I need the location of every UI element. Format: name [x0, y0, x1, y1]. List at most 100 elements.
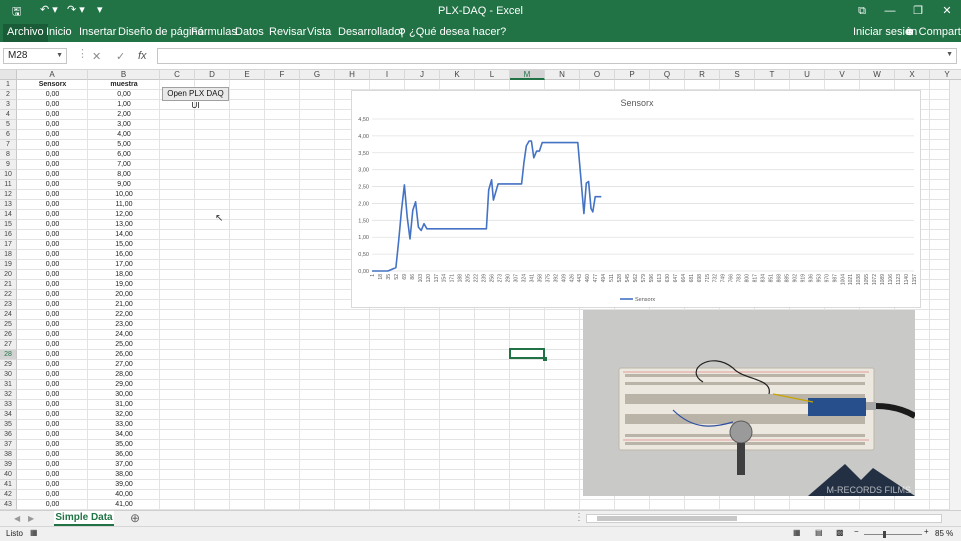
expand-formula-icon[interactable]: ▼: [946, 51, 953, 58]
column-header-a[interactable]: A: [17, 70, 88, 80]
scroll-sheets-left-icon[interactable]: ◀: [14, 514, 20, 523]
cell-a[interactable]: 0,00: [17, 420, 88, 430]
cell-b[interactable]: 9,00: [88, 180, 160, 190]
column-header-i[interactable]: I: [370, 70, 405, 80]
row-header[interactable]: 22: [0, 290, 17, 300]
tab-inicio[interactable]: Inicio: [46, 26, 72, 38]
cell-b1[interactable]: muestra: [88, 80, 160, 90]
row-header[interactable]: 7: [0, 140, 17, 150]
minimize-icon[interactable]: —: [876, 1, 904, 21]
row-header[interactable]: 37: [0, 440, 17, 450]
cell-a[interactable]: 0,00: [17, 330, 88, 340]
restore-icon[interactable]: ❐: [904, 1, 932, 21]
row-header[interactable]: 33: [0, 400, 17, 410]
cell-b[interactable]: 17,00: [88, 260, 160, 270]
cell-a[interactable]: 0,00: [17, 460, 88, 470]
enter-icon[interactable]: ✓: [116, 50, 125, 63]
tab-vista[interactable]: Vista: [307, 26, 331, 38]
cell-a[interactable]: 0,00: [17, 170, 88, 180]
tab-datos[interactable]: Datos: [235, 26, 264, 38]
tell-me-search[interactable]: ¿Qué desea hacer?: [409, 26, 506, 38]
row-header[interactable]: 1: [0, 80, 17, 90]
cell-b[interactable]: 18,00: [88, 270, 160, 280]
cell-a[interactable]: 0,00: [17, 230, 88, 240]
cell-b[interactable]: 4,00: [88, 130, 160, 140]
column-header-y[interactable]: Y: [930, 70, 961, 80]
cell-b[interactable]: 6,00: [88, 150, 160, 160]
macro-record-icon[interactable]: ▦: [30, 528, 38, 537]
cell-b[interactable]: 26,00: [88, 350, 160, 360]
cell-a[interactable]: 0,00: [17, 360, 88, 370]
row-header[interactable]: 6: [0, 130, 17, 140]
cell-b[interactable]: 39,00: [88, 480, 160, 490]
name-box[interactable]: M28 ▼: [3, 48, 67, 64]
cell-a[interactable]: 0,00: [17, 390, 88, 400]
zoom-out-button[interactable]: −: [854, 527, 859, 536]
cell-b[interactable]: 30,00: [88, 390, 160, 400]
select-all-corner[interactable]: [0, 70, 17, 80]
cell-a[interactable]: 0,00: [17, 220, 88, 230]
scroll-sheets-right-icon[interactable]: ▶: [28, 514, 34, 523]
column-header-u[interactable]: U: [790, 70, 825, 80]
cell-b[interactable]: 14,00: [88, 230, 160, 240]
formula-input[interactable]: ▼: [157, 48, 957, 64]
column-header-x[interactable]: X: [895, 70, 930, 80]
row-header[interactable]: 16: [0, 230, 17, 240]
page-layout-icon[interactable]: ▤: [815, 528, 823, 537]
cell-a[interactable]: 0,00: [17, 500, 88, 510]
cell-a[interactable]: 0,00: [17, 180, 88, 190]
cell-a[interactable]: 0,00: [17, 490, 88, 500]
cell-b[interactable]: 16,00: [88, 250, 160, 260]
cell-b[interactable]: 21,00: [88, 300, 160, 310]
cell-a[interactable]: 0,00: [17, 410, 88, 420]
close-icon[interactable]: ✕: [933, 1, 961, 21]
row-header[interactable]: 19: [0, 260, 17, 270]
cell-b[interactable]: 10,00: [88, 190, 160, 200]
row-header[interactable]: 9: [0, 160, 17, 170]
zoom-level[interactable]: 85 %: [935, 529, 953, 538]
column-header-h[interactable]: H: [335, 70, 370, 80]
row-header[interactable]: 26: [0, 330, 17, 340]
cell-a[interactable]: 0,00: [17, 480, 88, 490]
row-header[interactable]: 34: [0, 410, 17, 420]
row-header[interactable]: 40: [0, 470, 17, 480]
cell-b[interactable]: 8,00: [88, 170, 160, 180]
cell-a[interactable]: 0,00: [17, 260, 88, 270]
add-sheet-icon[interactable]: ⊕: [130, 511, 140, 525]
cell-a[interactable]: 0,00: [17, 120, 88, 130]
open-plx-daq-ui-button[interactable]: Open PLX DAQ UI: [162, 87, 229, 110]
row-header[interactable]: 14: [0, 210, 17, 220]
cell-a[interactable]: 0,00: [17, 320, 88, 330]
cell-b[interactable]: 15,00: [88, 240, 160, 250]
vertical-scrollbar[interactable]: [949, 80, 961, 510]
tab-insertar[interactable]: Insertar: [79, 26, 116, 38]
cell-b[interactable]: 29,00: [88, 380, 160, 390]
cell-a[interactable]: 0,00: [17, 150, 88, 160]
cell-a[interactable]: 0,00: [17, 470, 88, 480]
row-header[interactable]: 17: [0, 240, 17, 250]
cell-b[interactable]: 34,00: [88, 430, 160, 440]
cell-a[interactable]: 0,00: [17, 380, 88, 390]
row-header[interactable]: 18: [0, 250, 17, 260]
cell-b[interactable]: 0,00: [88, 90, 160, 100]
cell-a[interactable]: 0,00: [17, 270, 88, 280]
cell-a[interactable]: 0,00: [17, 370, 88, 380]
row-header[interactable]: 4: [0, 110, 17, 120]
cell-a[interactable]: 0,00: [17, 140, 88, 150]
cell-a[interactable]: 0,00: [17, 190, 88, 200]
row-header[interactable]: 25: [0, 320, 17, 330]
cell-a1[interactable]: Sensorx: [17, 80, 88, 90]
row-header[interactable]: 27: [0, 340, 17, 350]
selected-cell-m28[interactable]: [509, 348, 547, 361]
row-header[interactable]: 28: [0, 350, 17, 360]
cell-b[interactable]: 20,00: [88, 290, 160, 300]
column-header-o[interactable]: O: [580, 70, 615, 80]
cell-a[interactable]: 0,00: [17, 250, 88, 260]
cell-b[interactable]: 24,00: [88, 330, 160, 340]
cell-b[interactable]: 12,00: [88, 210, 160, 220]
cell-b[interactable]: 31,00: [88, 400, 160, 410]
column-header-d[interactable]: D: [195, 70, 230, 80]
row-header[interactable]: 21: [0, 280, 17, 290]
row-header[interactable]: 35: [0, 420, 17, 430]
row-header[interactable]: 8: [0, 150, 17, 160]
